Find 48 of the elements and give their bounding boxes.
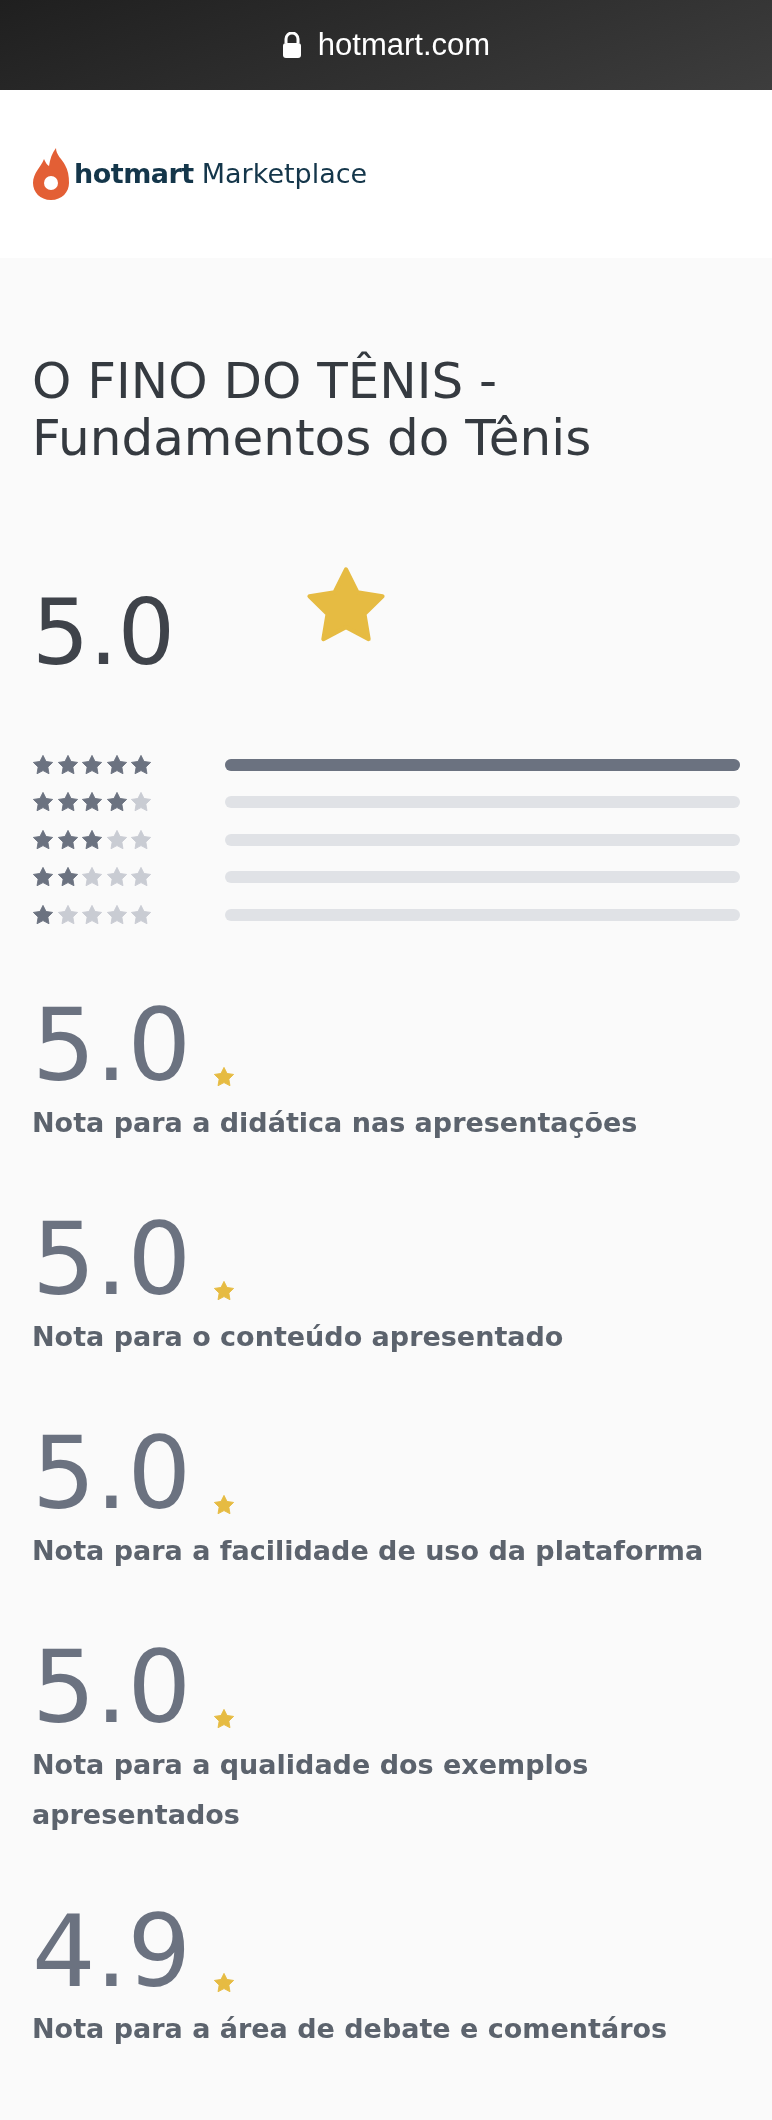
star-icon <box>81 791 103 814</box>
criterion-score: 5.0 <box>32 1637 192 1738</box>
star-icon <box>32 903 54 926</box>
star-icon <box>81 866 103 889</box>
star-icon <box>32 791 54 814</box>
star-icon <box>130 753 152 776</box>
course-title: O FINO DO TÊNIS - Fundamentos do Tênis <box>32 353 593 466</box>
star-icon <box>130 828 152 851</box>
criterion-label: Nota para a área de debate e comentáros <box>32 2011 669 2046</box>
star-icon <box>81 903 103 926</box>
criterion-score: 5.0 <box>32 995 192 1096</box>
product-name: Marketplace <box>201 156 368 191</box>
star-icon <box>56 791 79 814</box>
criterion-label: Nota para a facilidade de uso da plataforma <box>32 1533 705 1568</box>
star-icon <box>105 903 128 926</box>
criterion-score: 5.0 <box>32 1423 192 1524</box>
star-icon <box>130 866 152 889</box>
star-icon <box>105 753 128 776</box>
criterion-label: Nota para o conteúdo apresentado <box>32 1319 565 1354</box>
star-icon <box>105 866 128 889</box>
star-icon <box>32 753 54 776</box>
star-icon <box>32 866 54 889</box>
star-icon <box>105 828 128 851</box>
criterion-label: Nota para a didática nas apresentações <box>32 1105 639 1140</box>
flame-logo-icon <box>32 146 70 202</box>
address-bar[interactable]: hotmart.com <box>0 0 772 90</box>
criterion-score: 4.9 <box>32 1901 192 2002</box>
star-icon <box>81 828 103 851</box>
criterion-score: 5.0 <box>32 1209 192 1310</box>
criterion-label: Nota para a qualidade dos exemplos apresentados <box>32 1747 590 1832</box>
url-text: hotmart.com <box>317 25 491 64</box>
star-icon <box>56 828 79 851</box>
star-icon <box>81 753 103 776</box>
lock-icon <box>281 32 302 58</box>
star-icon <box>213 1707 236 1730</box>
star-icon <box>130 903 152 926</box>
star-icon <box>56 903 79 926</box>
star-icon <box>56 753 79 776</box>
star-icon <box>105 791 128 814</box>
brand-name: hotmart <box>74 156 194 191</box>
star-icon <box>32 828 54 851</box>
star-icon <box>213 1065 236 1088</box>
star-icon <box>213 1493 236 1516</box>
star-icon <box>213 1971 236 1994</box>
overall-score: 5.0 <box>32 588 176 678</box>
star-icon <box>56 866 79 889</box>
star-icon <box>130 791 152 814</box>
star-icon <box>213 1279 236 1302</box>
